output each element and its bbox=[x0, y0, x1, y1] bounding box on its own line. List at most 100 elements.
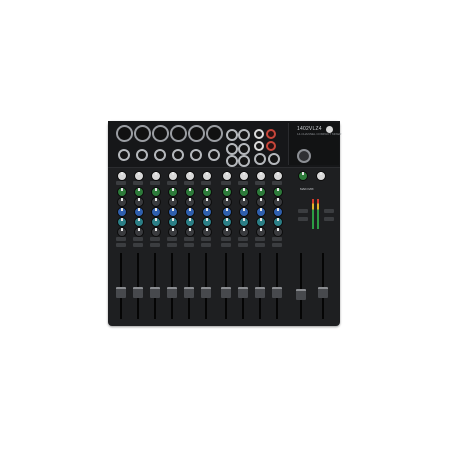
eq-high-knob[interactable] bbox=[117, 197, 127, 207]
submix-fader[interactable] bbox=[296, 289, 306, 300]
mute-button[interactable] bbox=[221, 237, 231, 241]
aux-master-knob[interactable] bbox=[298, 171, 308, 181]
mute-button[interactable] bbox=[167, 237, 177, 241]
eq-low-knob[interactable] bbox=[117, 217, 127, 227]
eq-high-knob[interactable] bbox=[185, 197, 195, 207]
channel-fader[interactable] bbox=[201, 287, 211, 298]
eq-low-knob[interactable] bbox=[256, 217, 266, 227]
eq-high-knob[interactable] bbox=[256, 197, 266, 207]
channel-fader[interactable] bbox=[238, 287, 248, 298]
channel-fader[interactable] bbox=[184, 287, 194, 298]
eq-low-knob[interactable] bbox=[273, 217, 283, 227]
gain-knob[interactable] bbox=[185, 171, 195, 181]
eq-mid-knob[interactable] bbox=[134, 207, 144, 217]
low-cut-button[interactable] bbox=[133, 181, 143, 185]
solo-button[interactable] bbox=[221, 243, 231, 247]
eq-low-knob[interactable] bbox=[134, 217, 144, 227]
channel-fader[interactable] bbox=[167, 287, 177, 298]
mute-button[interactable] bbox=[272, 237, 282, 241]
pan-knob[interactable] bbox=[185, 227, 195, 237]
eq-high-knob[interactable] bbox=[273, 197, 283, 207]
mute-button[interactable] bbox=[184, 237, 194, 241]
gain-knob[interactable] bbox=[117, 171, 127, 181]
low-cut-button[interactable] bbox=[167, 181, 177, 185]
eq-low-knob[interactable] bbox=[185, 217, 195, 227]
eq-high-knob[interactable] bbox=[134, 197, 144, 207]
aux-knob[interactable] bbox=[151, 187, 161, 197]
aux-knob[interactable] bbox=[202, 187, 212, 197]
low-cut-button[interactable] bbox=[184, 181, 194, 185]
assign-button-1[interactable] bbox=[298, 209, 308, 213]
gain-knob[interactable] bbox=[134, 171, 144, 181]
gain-knob[interactable] bbox=[256, 171, 266, 181]
gain-knob[interactable] bbox=[168, 171, 178, 181]
mute-button[interactable] bbox=[201, 237, 211, 241]
eq-mid-knob[interactable] bbox=[222, 207, 232, 217]
low-cut-button[interactable] bbox=[150, 181, 160, 185]
pan-knob[interactable] bbox=[151, 227, 161, 237]
pan-knob[interactable] bbox=[117, 227, 127, 237]
eq-high-knob[interactable] bbox=[202, 197, 212, 207]
eq-low-knob[interactable] bbox=[202, 217, 212, 227]
low-cut-button[interactable] bbox=[201, 181, 211, 185]
low-cut-button[interactable] bbox=[221, 181, 231, 185]
pan-knob[interactable] bbox=[273, 227, 283, 237]
solo-button[interactable] bbox=[150, 243, 160, 247]
aux-knob[interactable] bbox=[134, 187, 144, 197]
pan-knob[interactable] bbox=[202, 227, 212, 237]
mute-button[interactable] bbox=[238, 237, 248, 241]
solo-button[interactable] bbox=[201, 243, 211, 247]
eq-high-knob[interactable] bbox=[222, 197, 232, 207]
channel-fader[interactable] bbox=[255, 287, 265, 298]
channel-fader[interactable] bbox=[133, 287, 143, 298]
low-cut-button[interactable] bbox=[272, 181, 282, 185]
eq-low-knob[interactable] bbox=[168, 217, 178, 227]
solo-button[interactable] bbox=[167, 243, 177, 247]
gain-knob[interactable] bbox=[222, 171, 232, 181]
solo-button[interactable] bbox=[116, 243, 126, 247]
aux-knob[interactable] bbox=[239, 187, 249, 197]
eq-mid-knob[interactable] bbox=[202, 207, 212, 217]
gain-knob[interactable] bbox=[202, 171, 212, 181]
low-cut-button[interactable] bbox=[238, 181, 248, 185]
eq-low-knob[interactable] bbox=[239, 217, 249, 227]
eq-mid-knob[interactable] bbox=[185, 207, 195, 217]
pan-knob[interactable] bbox=[134, 227, 144, 237]
phones-level-knob[interactable] bbox=[316, 171, 326, 181]
aux-knob[interactable] bbox=[222, 187, 232, 197]
aux-knob[interactable] bbox=[168, 187, 178, 197]
channel-fader[interactable] bbox=[221, 287, 231, 298]
pan-knob[interactable] bbox=[168, 227, 178, 237]
mute-button[interactable] bbox=[150, 237, 160, 241]
eq-mid-knob[interactable] bbox=[151, 207, 161, 217]
eq-high-knob[interactable] bbox=[151, 197, 161, 207]
pan-knob[interactable] bbox=[256, 227, 266, 237]
solo-button[interactable] bbox=[272, 243, 282, 247]
aux-knob[interactable] bbox=[256, 187, 266, 197]
eq-mid-knob[interactable] bbox=[117, 207, 127, 217]
low-cut-button[interactable] bbox=[116, 181, 126, 185]
gain-knob[interactable] bbox=[273, 171, 283, 181]
eq-mid-knob[interactable] bbox=[256, 207, 266, 217]
aux-knob[interactable] bbox=[117, 187, 127, 197]
eq-mid-knob[interactable] bbox=[168, 207, 178, 217]
solo-button[interactable] bbox=[184, 243, 194, 247]
low-cut-button[interactable] bbox=[255, 181, 265, 185]
solo-button[interactable] bbox=[238, 243, 248, 247]
solo-button[interactable] bbox=[255, 243, 265, 247]
mute-button[interactable] bbox=[116, 237, 126, 241]
mute-button[interactable] bbox=[255, 237, 265, 241]
channel-fader[interactable] bbox=[272, 287, 282, 298]
aux-knob[interactable] bbox=[185, 187, 195, 197]
aux-knob[interactable] bbox=[273, 187, 283, 197]
eq-mid-knob[interactable] bbox=[273, 207, 283, 217]
solo-button[interactable] bbox=[133, 243, 143, 247]
pan-knob[interactable] bbox=[222, 227, 232, 237]
eq-low-knob[interactable] bbox=[222, 217, 232, 227]
mute-button[interactable] bbox=[133, 237, 143, 241]
channel-fader[interactable] bbox=[150, 287, 160, 298]
gain-knob[interactable] bbox=[151, 171, 161, 181]
assign-button-4[interactable] bbox=[324, 217, 334, 221]
gain-knob[interactable] bbox=[239, 171, 249, 181]
pan-knob[interactable] bbox=[239, 227, 249, 237]
